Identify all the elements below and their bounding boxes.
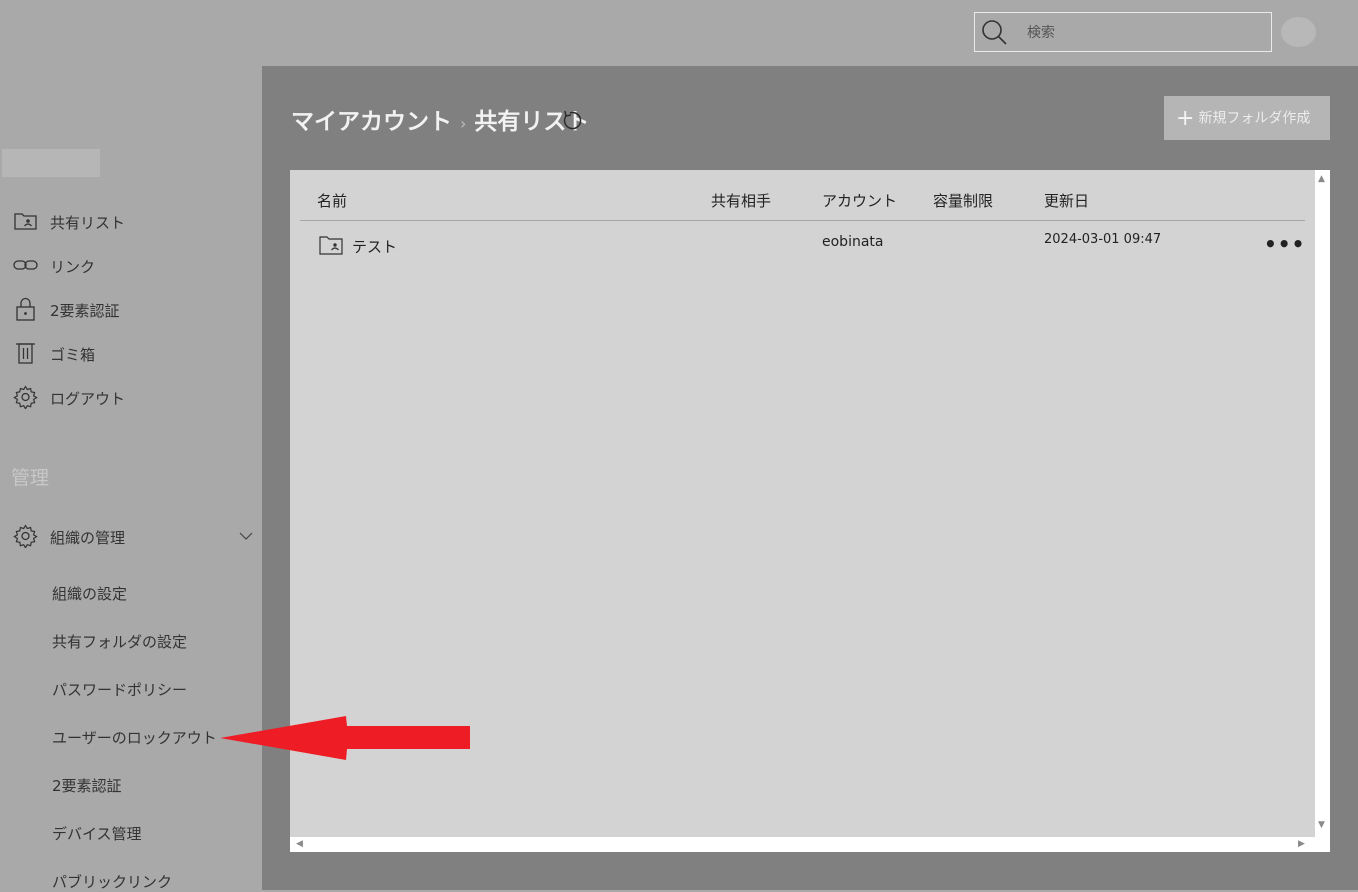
breadcrumb-item-my-account[interactable]: マイアカウント — [291, 109, 452, 135]
sidebar-item-label: ゴミ箱 — [50, 346, 96, 364]
submenu-item-password-policy[interactable]: パスワードポリシー — [52, 679, 187, 700]
shared-folder-icon — [319, 236, 343, 255]
top-bar — [0, 0, 1358, 66]
search-input[interactable] — [1025, 21, 1259, 45]
search-icon — [982, 20, 1007, 45]
sidebar-item-logout[interactable]: ログアウト — [0, 377, 262, 417]
annotation-arrow — [220, 716, 470, 760]
column-header-quota[interactable]: 容量制限 — [933, 190, 993, 211]
breadcrumb-separator: › — [460, 114, 467, 133]
scroll-right-arrow-icon[interactable]: ▶ — [1298, 839, 1305, 849]
scroll-left-arrow-icon[interactable]: ◀ — [296, 839, 303, 849]
header-divider — [300, 220, 1305, 221]
horizontal-scrollbar[interactable]: ◀ ▶ — [290, 837, 1315, 852]
row-account: eobinata — [822, 234, 884, 250]
sidebar-item-shared-list[interactable]: 共有リスト — [0, 201, 262, 241]
scroll-up-arrow-icon[interactable]: ▲ — [1318, 174, 1325, 184]
sidebar-item-org-admin[interactable]: 組織の管理 — [0, 516, 262, 556]
submenu-item-device-management[interactable]: デバイス管理 — [52, 823, 142, 844]
row-name[interactable]: テスト — [352, 236, 397, 257]
gear-icon — [13, 524, 38, 548]
shared-folder-icon — [14, 213, 37, 230]
sidebar-item-link[interactable]: リンク — [0, 245, 262, 285]
sidebar-item-label: ログアウト — [50, 390, 126, 408]
trash-icon — [16, 343, 35, 364]
sidebar-item-label: 組織の管理 — [50, 529, 126, 547]
new-folder-label: 新規フォルダ作成 — [1198, 110, 1311, 126]
new-folder-button[interactable]: + 新規フォルダ作成 — [1164, 96, 1330, 140]
submenu-item-user-lockout[interactable]: ユーザーのロックアウト — [52, 727, 217, 748]
sidebar-item-label: リンク — [50, 258, 96, 276]
more-options-icon[interactable]: ••• — [1264, 232, 1305, 256]
sidebar-item-label: 共有リスト — [50, 214, 126, 232]
submenu-item-org-settings[interactable]: 組織の設定 — [52, 583, 127, 604]
vertical-scrollbar[interactable]: ▲ ▼ — [1315, 170, 1330, 837]
column-header-shared-with[interactable]: 共有相手 — [711, 190, 771, 211]
column-header-name[interactable]: 名前 — [317, 190, 347, 211]
link-icon — [13, 260, 38, 270]
submenu-item-2fa[interactable]: 2要素認証 — [52, 775, 122, 796]
submenu-item-public-link[interactable]: パブリックリンク — [52, 871, 172, 892]
scroll-down-arrow-icon[interactable]: ▼ — [1318, 820, 1325, 830]
refresh-icon[interactable] — [560, 108, 584, 132]
plus-icon: + — [1176, 105, 1195, 131]
main-content: マイアカウント › 共有リスト + 新規フォルダ作成 名前 共有相手 アカウント 容量… — [262, 66, 1358, 890]
section-title-admin: 管理 — [11, 467, 50, 489]
avatar[interactable] — [1281, 17, 1316, 47]
column-header-account[interactable]: アカウント — [822, 190, 897, 211]
lock-icon — [16, 297, 35, 321]
sidebar-item-trash[interactable]: ゴミ箱 — [0, 333, 262, 373]
sidebar-item-label: 2要素認証 — [50, 302, 120, 320]
breadcrumb: マイアカウント › 共有リスト — [291, 102, 589, 136]
sidebar: 共有リスト リンク 2要素認証 ゴミ箱 ログアウト 管理 組織の管理 組織の設定… — [0, 66, 262, 892]
column-header-updated[interactable]: 更新日 — [1044, 190, 1089, 211]
submenu-item-shared-folder-settings[interactable]: 共有フォルダの設定 — [52, 631, 187, 652]
gear-icon — [13, 385, 38, 409]
chevron-down-icon[interactable] — [238, 528, 254, 544]
sidebar-item-2fa[interactable]: 2要素認証 — [0, 289, 262, 329]
search-box[interactable] — [974, 12, 1272, 52]
row-updated: 2024-03-01 09:47 — [1044, 232, 1162, 247]
logo-placeholder — [2, 149, 100, 177]
table-row[interactable]: テスト eobinata 2024-03-01 09:47 ••• — [300, 222, 1305, 266]
